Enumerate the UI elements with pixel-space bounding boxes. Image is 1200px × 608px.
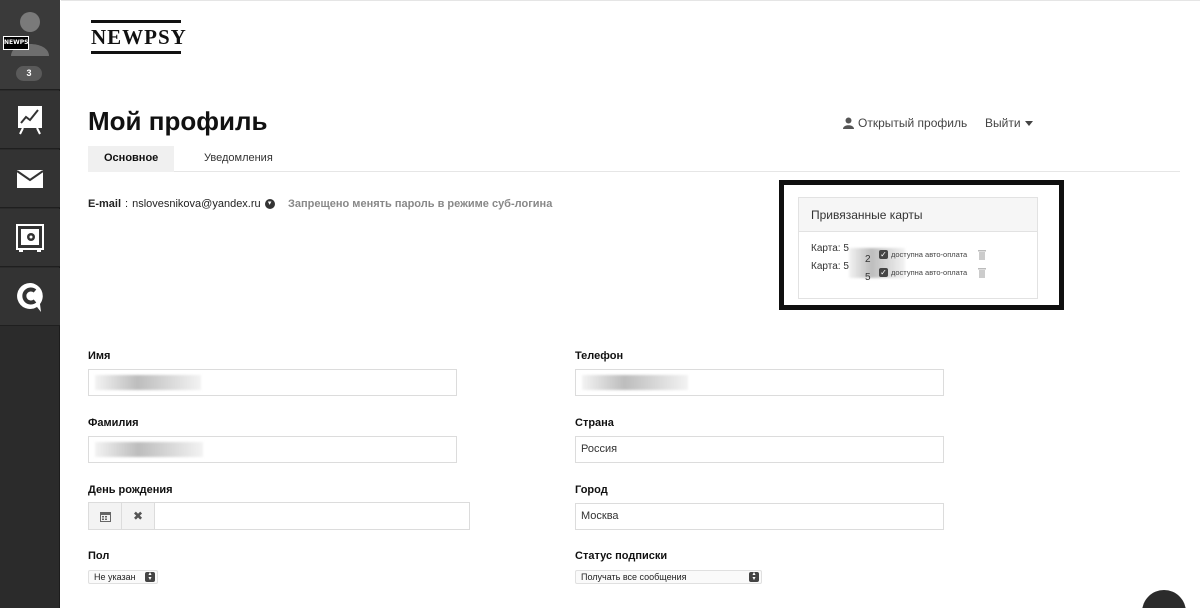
linked-cards-title: Привязанные карты [799, 198, 1037, 232]
support-chat-button[interactable] [1142, 590, 1186, 608]
card-row: Карта: 55 ✓ доступна авто-оплата [811, 261, 987, 283]
profile-tabs: Основное Уведомления [88, 146, 1180, 172]
sidebar-item-safe[interactable] [0, 209, 60, 267]
redacted-surname [95, 442, 203, 457]
select-arrows-icon: ▴ ▾ [749, 571, 759, 582]
city-label: Город [575, 484, 608, 496]
autopay-label: доступна авто-оплата [891, 267, 968, 277]
email-row: E-mail: nslovesnikova@yandex.ru ▾ [88, 198, 275, 210]
autopay-checkbox[interactable]: ✓ [879, 267, 888, 277]
autopay-label: доступна авто-оплата [891, 249, 968, 259]
name-field[interactable] [88, 369, 457, 396]
mail-icon [16, 169, 44, 188]
logo[interactable]: NEWPSY [91, 20, 186, 54]
user-block[interactable]: NEWPSY 3 [0, 0, 60, 90]
tab-notifications[interactable]: Уведомления [188, 146, 289, 172]
trash-icon[interactable] [977, 249, 987, 260]
trash-icon[interactable] [977, 267, 987, 278]
autopay-checkbox[interactable]: ✓ [879, 249, 888, 259]
select-arrows-icon: ▴ ▾ [145, 571, 155, 582]
open-profile-link[interactable]: Открытый профиль [843, 116, 967, 130]
sidebar-item-statistics[interactable] [0, 91, 60, 149]
birthday-label: День рождения [88, 484, 173, 496]
redacted-phone [582, 375, 688, 390]
tab-main[interactable]: Основное [88, 146, 175, 172]
birthday-picker: ✖ [88, 502, 470, 530]
password-change-note: Запрещено менять пароль в режиме суб-лог… [288, 198, 553, 210]
avatar-tag: NEWPSY [3, 36, 29, 50]
cut-off-label [88, 602, 208, 608]
calendar-icon[interactable] [89, 503, 122, 529]
sidebar-item-messages[interactable] [0, 150, 60, 208]
gender-select[interactable]: Не указан ▴ ▾ [88, 570, 158, 584]
chevron-down-icon[interactable]: ▾ [264, 199, 275, 209]
redacted-name [95, 375, 201, 390]
gender-label: Пол [88, 550, 110, 562]
subscription-value: Получать все сообщения [581, 572, 687, 582]
phone-label: Телефон [575, 350, 624, 362]
birthday-input[interactable] [155, 503, 469, 529]
country-field[interactable]: Россия [575, 436, 944, 463]
linked-cards-highlight: Привязанные карты Карта: 52 ✓ доступна а… [779, 180, 1064, 310]
notification-count-badge[interactable]: 3 [16, 66, 42, 81]
top-divider [61, 0, 1200, 1]
city-field[interactable]: Москва [575, 503, 944, 530]
user-icon [843, 117, 854, 129]
page-title: Мой профиль [88, 106, 268, 136]
chart-icon [18, 105, 42, 134]
caret-down-icon [1024, 120, 1033, 126]
email-value: nslovesnikova@yandex.ru [132, 198, 261, 210]
name-label: Имя [88, 350, 111, 362]
chat-c-icon [17, 282, 43, 312]
logout-dropdown[interactable]: Выйти [985, 116, 1033, 130]
email-colon: : [125, 198, 129, 210]
open-profile-label: Открытый профиль [858, 116, 968, 130]
safe-icon [16, 223, 44, 252]
subscription-select[interactable]: Получать все сообщения ▴ ▾ [575, 570, 762, 584]
subscription-label: Статус подписки [575, 550, 668, 562]
clear-icon[interactable]: ✖ [122, 503, 155, 529]
sidebar-item-chat[interactable] [0, 268, 60, 326]
card-row: Карта: 52 ✓ доступна авто-оплата [811, 243, 987, 265]
country-label: Страна [575, 417, 614, 429]
card-number: Карта: 55 [811, 261, 871, 283]
left-sidebar: NEWPSY 3 [0, 0, 60, 608]
linked-cards-panel: Привязанные карты Карта: 52 ✓ доступна а… [798, 197, 1038, 299]
phone-field[interactable] [575, 369, 944, 396]
surname-field[interactable] [88, 436, 457, 463]
logout-label: Выйти [985, 116, 1021, 130]
gender-value: Не указан [94, 572, 136, 582]
email-label: E-mail [88, 198, 122, 210]
surname-label: Фамилия [88, 417, 139, 429]
